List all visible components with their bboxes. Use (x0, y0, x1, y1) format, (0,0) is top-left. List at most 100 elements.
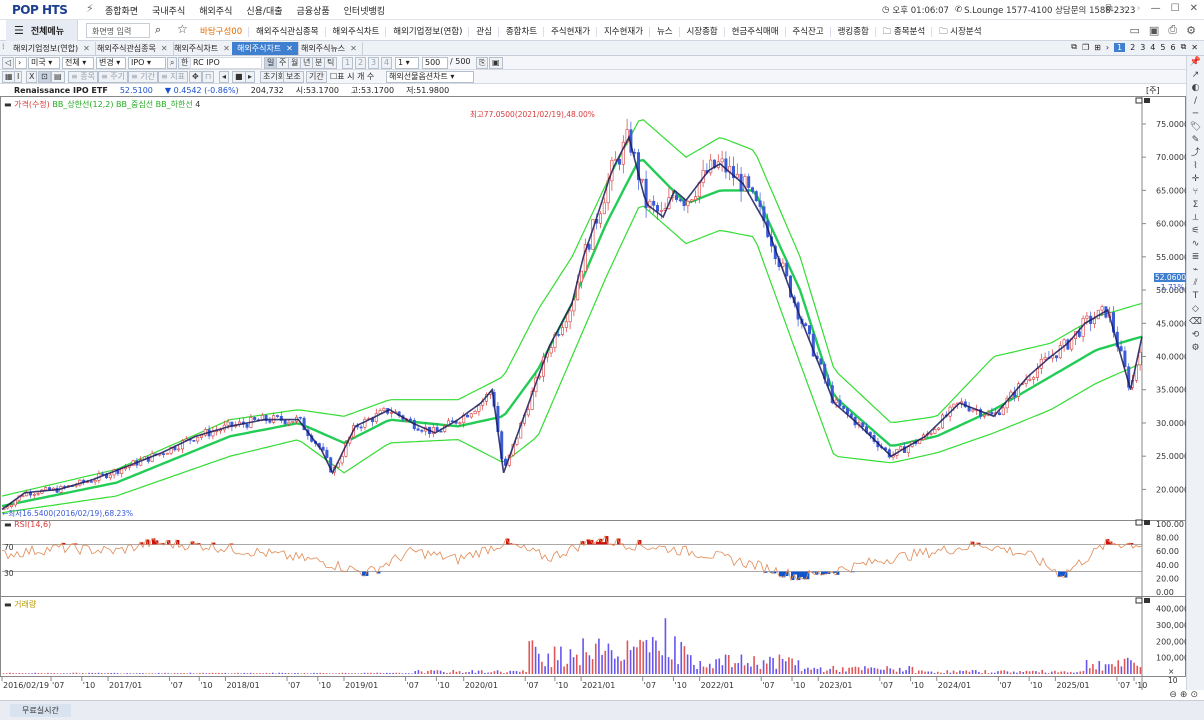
arrow-icon[interactable]: ↗ (1187, 69, 1204, 82)
tab-news[interactable]: 해외주식뉴스 ✕ (296, 42, 363, 55)
count-checkbox[interactable]: ☐표 시 개 수 (330, 71, 374, 82)
legend-bb-mid[interactable]: BB_중심선 (116, 100, 153, 109)
chart-area[interactable]: 75.0000 70.0000 65.0000 60.0000 55.0000 50.00… (0, 96, 1188, 690)
tab-chart-active[interactable]: 해외주식차트 ✕ (232, 42, 299, 55)
menu-item-overseas[interactable]: 해외주식 (199, 4, 232, 17)
layout-icon[interactable]: ▭ (1130, 24, 1140, 37)
quicklink[interactable]: 뉴스 (656, 27, 680, 37)
tab-chart[interactable]: 해외주식차트 ✕ (169, 42, 236, 55)
save-icon[interactable]: ▣ (489, 57, 503, 69)
fork-icon[interactable]: ⑂ (1187, 186, 1204, 199)
page-4[interactable]: 4 (1150, 43, 1155, 52)
play-icon[interactable]: ▸ (245, 71, 256, 83)
legend-bb-upper[interactable]: BB_상한선(12,2) (52, 100, 113, 109)
settings-icon[interactable]: ⚙ (1186, 24, 1196, 37)
range-input[interactable]: 500 (422, 57, 448, 69)
table-icon[interactable]: ▤ (51, 71, 65, 83)
zigzag-icon[interactable]: ⌁ (1187, 264, 1204, 277)
pin-icon[interactable]: 📌 (1187, 56, 1204, 69)
chart-icon[interactable]: ⌇ (1187, 160, 1204, 173)
options-chart-select[interactable]: 해외선물옵션차트 ▾ (386, 71, 474, 83)
num-3[interactable]: 3 (368, 57, 380, 69)
arrange-icon[interactable]: ⊞ (1094, 43, 1101, 52)
free-realtime-label[interactable]: 무료실시간 (10, 704, 71, 717)
search-icon[interactable]: ⌕ (155, 23, 161, 37)
play-back-icon[interactable]: ◂ (219, 71, 230, 83)
trend-icon[interactable]: ⤴ (1187, 147, 1204, 160)
menu-item-domestic[interactable]: 국내주식 (152, 4, 185, 17)
close-icon[interactable]: ✕ (286, 44, 293, 53)
prev-symbol-icon[interactable]: › (15, 57, 27, 69)
window-close-icon[interactable]: ✕ (1191, 43, 1198, 52)
maximize-icon[interactable]: ☐ (1171, 3, 1180, 14)
copy-icon[interactable]: ❐ (1082, 43, 1089, 52)
mode-icon[interactable]: ⊡ (38, 71, 51, 83)
menu-item-credit[interactable]: 신용/대출 (246, 4, 282, 17)
text-icon[interactable]: T (1187, 290, 1204, 303)
all-menu-button[interactable]: ☰ 전체메뉴 (6, 20, 78, 41)
page-5[interactable]: 5 (1160, 43, 1165, 52)
cycle-button[interactable]: ≡ 주기 (98, 71, 128, 83)
wave-icon[interactable]: ∿ (1187, 238, 1204, 251)
legend-bb-lower[interactable]: BB_하한선 (156, 100, 193, 109)
page-2[interactable]: 2 (1130, 43, 1135, 52)
assist-button[interactable]: 보조 (283, 71, 304, 83)
move-icon[interactable]: ✥ (189, 71, 202, 83)
restore-icon[interactable]: ⧉ (1106, 3, 1113, 14)
close-icon[interactable]: ✕ (83, 44, 90, 53)
cross-icon[interactable]: ✛ (1187, 173, 1204, 186)
link-icon[interactable]: ◁ (2, 57, 15, 69)
quicklink[interactable]: 주식잔고 (792, 27, 831, 37)
rotate-icon[interactable]: ⟲ (1187, 329, 1204, 342)
quicklink[interactable]: 종합차트 (505, 27, 545, 37)
next-page-icon[interactable]: › (1106, 43, 1109, 52)
item-button[interactable]: ≡ 종목 (68, 71, 98, 83)
indicator-button[interactable]: ≡ 지표 (158, 71, 188, 83)
quicklink[interactable]: 주식현재가 (550, 27, 598, 37)
quicklink[interactable]: 바탕구성00 (200, 27, 250, 37)
print-icon[interactable]: ⎙ (1168, 23, 1177, 37)
back-icon[interactable]: ‹ (1123, 3, 1127, 14)
quicklink[interactable]: 관심 (476, 27, 499, 37)
page-6[interactable]: 6 (1170, 43, 1175, 52)
cross-icon[interactable]: X (26, 71, 38, 83)
tag-icon[interactable]: 🏷 (1187, 121, 1204, 134)
quicklink[interactable]: 랭킹종합 (837, 27, 876, 37)
type-select[interactable]: 변경 ▾ (96, 57, 126, 69)
page-3[interactable]: 3 (1140, 43, 1145, 52)
period-button[interactable]: ≡ 기간 (128, 71, 158, 83)
sigma-icon[interactable]: Σ (1187, 199, 1204, 212)
quicklink[interactable]: 해외주식차트 (332, 27, 387, 37)
grid-lines-icon[interactable]: ≣ (1187, 251, 1204, 264)
quicklink[interactable]: 지수현재가 (603, 27, 651, 37)
close-icon[interactable]: ✕ (350, 44, 357, 53)
star-icon[interactable]: ☆ (177, 22, 188, 36)
fill-icon[interactable]: ◐ (1187, 82, 1204, 95)
search-icon[interactable]: ⌕ (167, 57, 178, 69)
menu-item-overview[interactable]: 종합화면 (105, 4, 138, 17)
menu-item-finance[interactable]: 금융상품 (297, 4, 330, 17)
tab-watchlist[interactable]: 해외주식관심종목 ✕ (92, 42, 174, 55)
mode-indicator[interactable]: [주] (1146, 85, 1160, 96)
channel-icon[interactable]: ⫽ (1187, 277, 1204, 290)
quicklink-folder[interactable]: 🗀 시장분석 (939, 27, 987, 37)
close-icon[interactable]: ✕ (223, 44, 230, 53)
eraser-icon[interactable]: ⌫ (1187, 316, 1204, 329)
close-icon[interactable]: ✕ (1190, 3, 1198, 14)
line-icon[interactable]: ─ (1187, 108, 1204, 121)
forward-icon[interactable]: › (1137, 3, 1141, 14)
market-select[interactable]: 미국 ▾ (28, 57, 60, 69)
category-select[interactable]: 전체 ▾ (62, 57, 94, 69)
menu-item-banking[interactable]: 인터넷뱅킹 (344, 4, 385, 17)
quicklink[interactable]: 시장종합 (686, 27, 725, 37)
window-restore-icon[interactable]: ⧉ (1181, 42, 1187, 52)
save-icon[interactable]: ▣ (1149, 24, 1159, 37)
quicklink-folder[interactable]: 🗀 종목분석 (882, 27, 933, 37)
legend-volume[interactable]: 거래량 (14, 600, 36, 609)
num-1[interactable]: 1 (342, 57, 354, 69)
count-select[interactable]: 1 ▾ (395, 57, 419, 69)
zoom-in-icon[interactable]: ⊕ (1180, 690, 1188, 700)
quicklink[interactable]: 해외기업정보(연합) (393, 27, 470, 37)
num-2[interactable]: 2 (355, 57, 367, 69)
ruler-icon[interactable]: ⟂ (1187, 212, 1204, 225)
